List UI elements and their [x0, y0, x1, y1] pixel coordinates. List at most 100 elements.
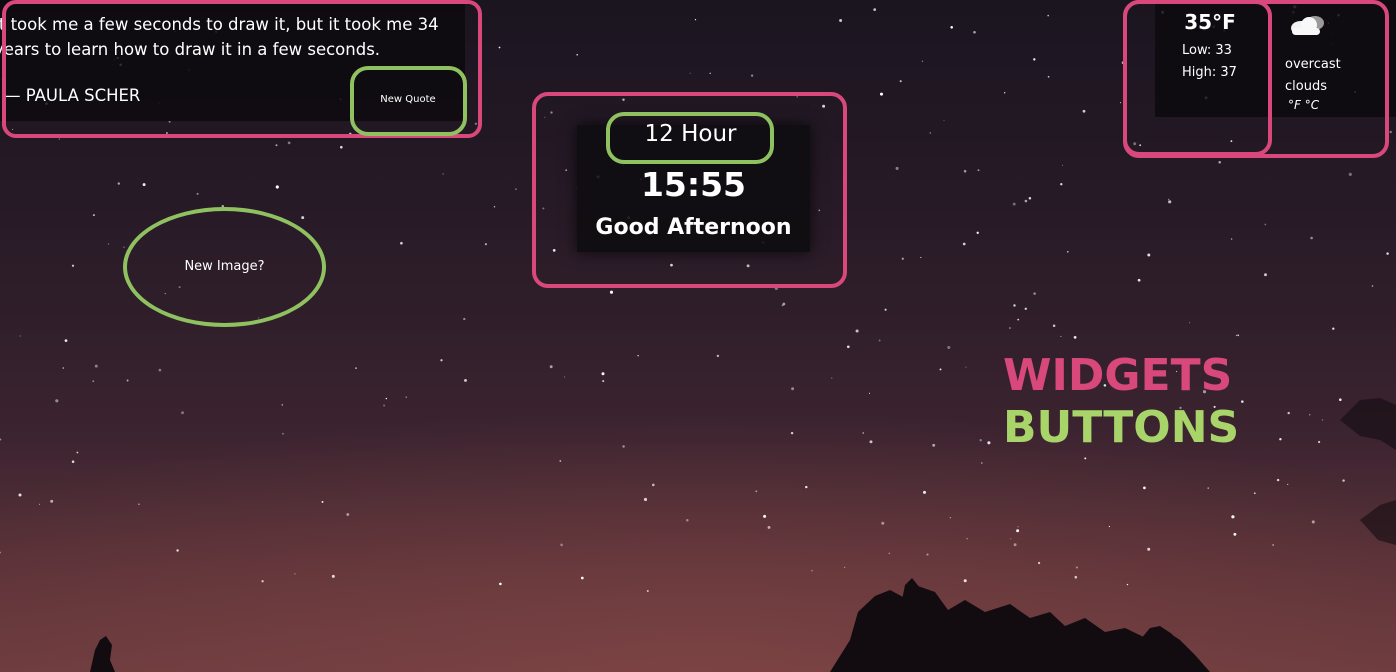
star	[1033, 58, 1036, 61]
star	[1371, 285, 1374, 287]
new-image-button[interactable]: New Image?	[123, 207, 326, 327]
temperature-unit-toggle[interactable]: °F °C	[1288, 98, 1319, 112]
star	[1231, 515, 1235, 519]
star	[921, 60, 924, 62]
star	[340, 145, 343, 149]
star	[464, 378, 467, 382]
star	[686, 518, 689, 522]
star	[564, 376, 566, 378]
star	[62, 367, 65, 369]
star	[484, 243, 487, 246]
star	[716, 354, 720, 358]
star	[499, 582, 502, 586]
star	[646, 590, 649, 592]
star	[282, 432, 284, 435]
star	[1309, 414, 1311, 416]
star	[493, 206, 496, 208]
star	[580, 576, 584, 580]
low-temperature: Low: 33	[1182, 43, 1232, 58]
star	[1386, 252, 1389, 255]
star	[1009, 327, 1011, 329]
star	[1237, 334, 1240, 337]
star	[899, 80, 902, 83]
star	[58, 138, 61, 140]
star	[1061, 164, 1064, 166]
star	[643, 497, 648, 502]
star	[405, 396, 407, 398]
weather-description: overcast clouds	[1285, 54, 1375, 98]
star	[1037, 561, 1041, 565]
star	[442, 173, 444, 175]
star	[1332, 327, 1335, 330]
annotation-legend: WIDGETS BUTTONS	[1003, 350, 1239, 454]
star	[64, 339, 68, 342]
star	[963, 169, 967, 173]
star	[123, 246, 125, 248]
star	[895, 166, 899, 170]
star	[1024, 307, 1027, 310]
star	[158, 368, 162, 372]
star	[331, 574, 335, 578]
star	[750, 74, 754, 77]
current-temperature: 35°F	[1184, 10, 1236, 34]
star	[1310, 236, 1313, 240]
star	[1321, 419, 1324, 421]
star	[1264, 223, 1267, 226]
star	[50, 499, 54, 503]
star	[1287, 411, 1290, 415]
star	[275, 144, 278, 147]
star	[763, 514, 767, 518]
star	[926, 553, 929, 556]
star	[839, 19, 843, 22]
star	[977, 169, 980, 172]
star	[1311, 520, 1315, 524]
star	[868, 392, 871, 394]
clock-time: 15:55	[640, 165, 747, 204]
star	[1004, 92, 1006, 94]
star	[694, 18, 697, 21]
star	[1013, 304, 1016, 307]
star	[281, 404, 284, 406]
cloud-icon	[1291, 16, 1324, 35]
star	[559, 460, 562, 462]
star	[923, 490, 926, 494]
star	[1218, 161, 1221, 164]
star	[576, 54, 578, 56]
star	[261, 580, 264, 583]
star	[1147, 253, 1151, 257]
star	[831, 377, 833, 379]
star	[979, 439, 982, 442]
star	[1317, 440, 1321, 444]
star	[181, 411, 184, 415]
star	[943, 120, 945, 122]
new-quote-button-outline	[350, 66, 467, 136]
star	[1047, 75, 1050, 78]
star	[126, 379, 129, 382]
star	[1279, 437, 1282, 441]
star	[1060, 335, 1062, 337]
weather-description-line-2: clouds	[1285, 79, 1327, 94]
star	[709, 72, 711, 75]
star	[1241, 400, 1244, 403]
legend-widgets-label: WIDGETS	[1003, 350, 1233, 401]
star	[987, 441, 991, 445]
star	[1272, 544, 1275, 546]
star	[869, 440, 873, 444]
star	[463, 317, 466, 321]
hour-format-toggle-outline	[606, 112, 774, 164]
star	[973, 31, 976, 34]
star	[920, 256, 922, 259]
star	[1264, 273, 1267, 277]
star	[1013, 543, 1017, 547]
star	[1168, 200, 1172, 204]
star	[602, 380, 605, 383]
star	[1052, 324, 1056, 327]
weather-description-line-1: overcast	[1285, 57, 1341, 72]
star	[1016, 529, 1020, 533]
star	[498, 46, 501, 49]
star	[400, 241, 403, 245]
star	[1075, 566, 1078, 569]
star	[843, 566, 846, 569]
star	[18, 493, 22, 497]
star	[1012, 202, 1016, 206]
